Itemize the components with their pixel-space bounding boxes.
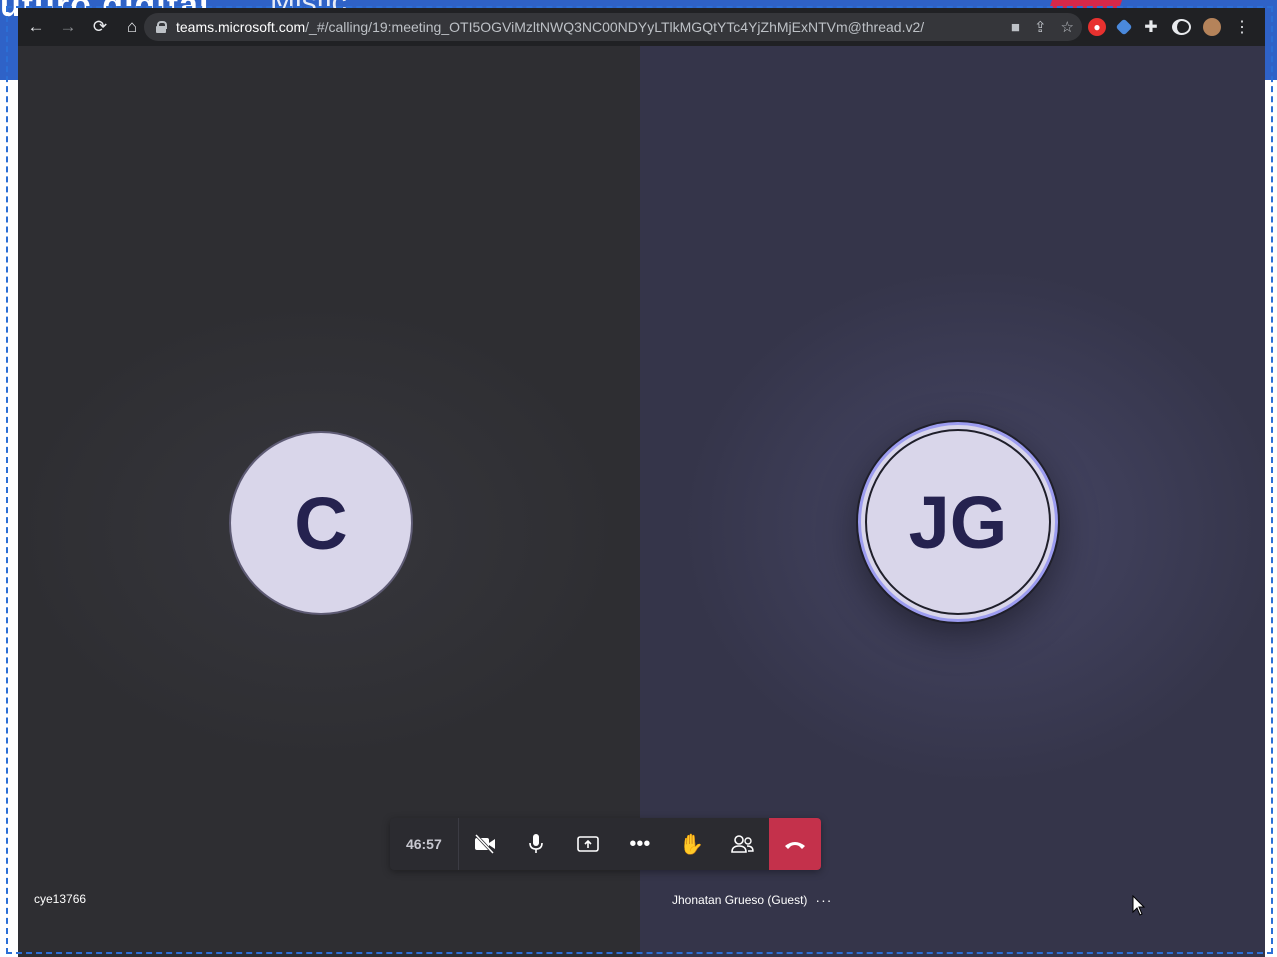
participant-more-icon[interactable]: ··· [815,892,832,908]
extensions-puzzle-icon[interactable]: ✚ [1142,18,1160,36]
call-timer: 46:57 [390,818,459,870]
forward-icon[interactable]: → [54,13,82,41]
avatar-speaking: JG [858,422,1058,622]
url-path: /_#/calling/19:meeting_OTI5OGViMzltNWQ3N… [305,19,925,35]
extension-shield-icon[interactable]: ● [1088,18,1106,36]
camera-off-svg [474,834,495,854]
extensions-bar: ● ✚ ⋮ [1088,13,1251,41]
bookmark-star-icon[interactable]: ☆ [1061,18,1074,36]
microphone-icon[interactable] [510,818,562,870]
participants-icon[interactable] [718,818,770,870]
raise-hand-icon[interactable]: ✋ [666,818,718,870]
call-controls-bar: 46:57 ••• ✋ [390,818,822,870]
more-actions-icon[interactable]: ••• [614,818,666,870]
extension-diamond-icon[interactable] [1115,18,1133,36]
browser-window: ← → ⟳ ⌂ teams.microsoft.com/_#/calling/1… [18,8,1265,957]
participant-name: cye13766 [34,892,87,906]
avatar-ring [865,429,1051,615]
browser-menu-icon[interactable]: ⋮ [1233,18,1251,36]
share-screen-svg [577,836,599,852]
back-icon[interactable]: ← [22,13,50,41]
browser-toolbar: ← → ⟳ ⌂ teams.microsoft.com/_#/calling/1… [18,8,1265,46]
reload-icon[interactable]: ⟳ [86,13,114,41]
phone-hangup-icon [785,842,806,849]
mouse-cursor-icon [1132,895,1146,916]
camera-off-icon[interactable] [459,818,511,870]
url-host: teams.microsoft.com [176,19,306,35]
share-screen-icon[interactable] [562,818,614,870]
avatar: C [229,431,413,615]
side-panel-icon[interactable] [1172,19,1191,35]
lock-icon[interactable] [156,21,167,33]
address-bar[interactable]: teams.microsoft.com/_#/calling/19:meetin… [144,13,1082,41]
participant-name: Jhonatan Grueso (Guest) [672,893,808,907]
hang-up-button[interactable] [769,818,822,870]
camera-icon[interactable]: ■ [1011,19,1020,36]
microphone-svg [529,834,544,853]
omnibox-actions: ■ ⇪ ☆ [1011,13,1074,41]
participants-svg [731,835,755,853]
avatar-initials: C [294,481,348,565]
share-icon[interactable]: ⇪ [1034,18,1047,36]
profile-avatar[interactable] [1203,18,1221,36]
home-icon[interactable]: ⌂ [118,13,146,41]
meeting-stage: C cye13766 JG Jhonatan Grueso (Guest) ··… [18,46,1265,957]
participant-name-row: Jhonatan Grueso (Guest) ··· [672,892,832,908]
